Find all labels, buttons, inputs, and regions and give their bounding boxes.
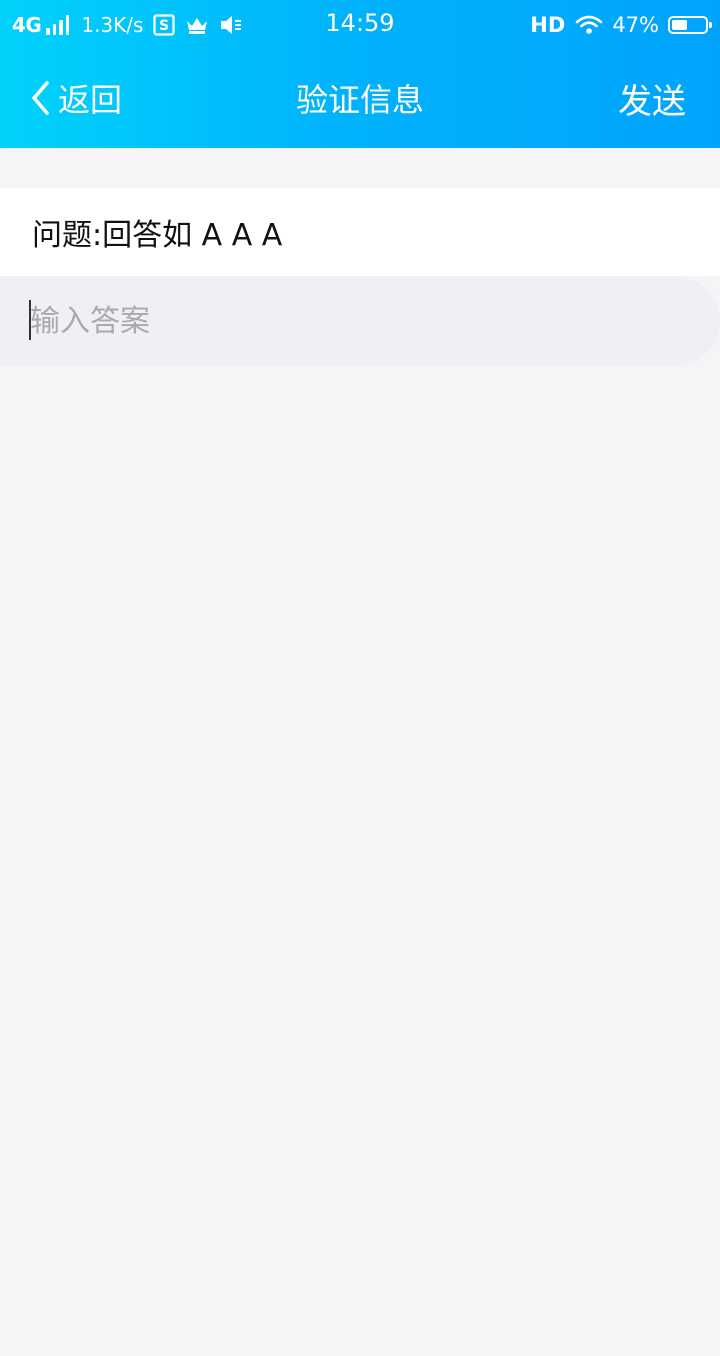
question-text: 问题:回答如 A A A: [32, 218, 283, 253]
status-bar-right: HD 47%: [530, 11, 712, 39]
back-label: 返回: [58, 81, 123, 119]
nav-bar: 返回 验证信息 发送: [0, 50, 720, 148]
app-header: 4G 1.3K/s S 14:59 HD 47% 返回 验证信息 发送: [0, 0, 720, 148]
chevron-left-icon: [30, 80, 50, 116]
wifi-icon: [575, 15, 603, 35]
battery-fill: [672, 20, 687, 30]
status-bar: 4G 1.3K/s S 14:59 HD 47%: [0, 0, 720, 50]
send-button[interactable]: 发送: [618, 74, 686, 123]
question-row: 问题:回答如 A A A: [0, 188, 720, 276]
answer-field-container: [0, 276, 720, 366]
text-cursor: [29, 300, 31, 340]
battery-icon: [668, 16, 712, 34]
back-button[interactable]: 返回: [30, 76, 122, 120]
hd-indicator: HD: [530, 13, 566, 37]
battery-percent: 47%: [612, 13, 659, 37]
answer-input[interactable]: [0, 276, 700, 366]
